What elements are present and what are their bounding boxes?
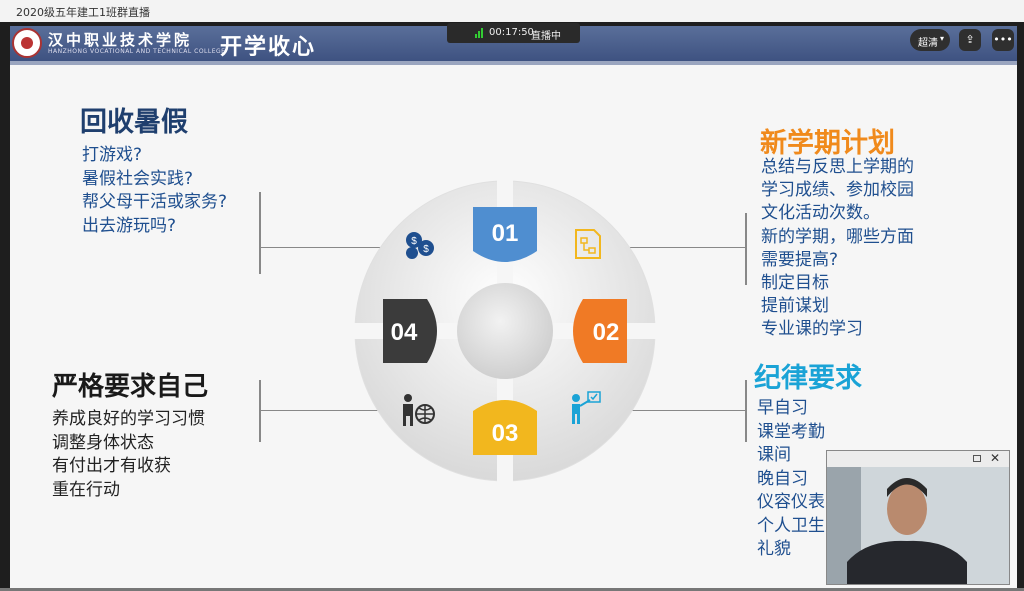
webcam-pip[interactable]: ✕ [826,450,1010,585]
money-icon: $ $ [406,232,434,259]
number-04: 04 [391,319,418,346]
live-duration: 00:17:50 [489,27,534,38]
presenter-silhouette [827,467,1009,584]
self-list: 养成良好的学习习惯 调整身体状态 有付出才有收获 重在行动 [52,408,205,502]
plan-list: 总结与反思上学期的 学习成绩、参加校园 文化活动次数。 新的学期，哪些方面 需要… [761,156,914,342]
live-status-pill: 00:17:50 直播中 [447,23,580,43]
share-icon: ⇪ [965,33,975,46]
close-icon[interactable]: ✕ [990,451,1000,465]
presenter-icon [572,391,601,424]
discipline-list: 早自习 课堂考勤 课间 晚自习 仪容仪表 个人卫生 礼貌 [757,397,825,562]
circle-diagram: 01 02 03 04 [353,179,657,483]
list-item: 早自习 [757,398,808,418]
number-03: 03 [492,420,519,447]
svg-text:$: $ [411,236,417,247]
connector-line [745,213,747,285]
list-item: 礼貌 [757,539,791,559]
chevron-down-icon: ▾ [939,34,944,43]
section-title-self: 严格要求自己 [52,372,209,402]
school-logo-icon [12,28,42,58]
more-icon: ••• [993,33,1013,46]
section-title-summer: 回收暑假 [80,107,188,138]
diagram-center [457,283,553,379]
section-title-plan: 新学期计划 [760,128,895,159]
list-item: 新的学期，哪些方面 [761,226,914,247]
list-item: 仪容仪表 [757,492,825,512]
number-01: 01 [492,220,519,247]
list-item: 晚自习 [757,468,808,489]
list-item: 需要提高? [761,249,839,270]
list-item: 课间 [757,445,791,465]
school-name-en: HANZHONG VOCATIONAL AND TECHNICAL COLLEG… [48,48,226,55]
flowchart-icon [575,229,601,259]
list-item: 专业课的学习 [761,319,863,340]
section-title-discipline: 纪律要求 [754,363,862,394]
quality-select[interactable]: 超清 ▾ [910,29,950,51]
school-name: 汉中职业技术学院 [48,31,193,49]
share-button[interactable]: ⇪ [959,29,981,51]
svg-text:$: $ [423,244,429,255]
course-title: 开学收心 [220,35,317,60]
pip-titlebar: ✕ [827,451,1009,467]
list-item: 打游戏? [82,145,143,165]
window-titlebar: 2020级五年建工1班群直播 [0,0,1024,23]
list-item: 养成良好的学习习惯 [52,409,205,429]
connector-line [259,380,261,442]
list-item: 个人卫生 [757,515,825,536]
list-item: 提前谋划 [761,296,829,317]
list-item: 出去游玩吗? [82,215,177,236]
list-item: 重在行动 [52,479,120,500]
connector-line [259,192,261,274]
businessman-globe-icon [403,394,435,426]
summer-list: 打游戏? 暑假社会实践? 帮父母干活或家务? 出去游玩吗? [82,144,227,238]
list-item: 制定目标 [761,273,829,294]
list-item: 帮父母干活或家务? [82,192,228,212]
more-button[interactable]: ••• [992,29,1014,51]
live-status: 直播中 [531,31,561,42]
number-02: 02 [593,319,620,346]
quality-label: 超清 [918,38,938,49]
banner-divider [10,61,1017,65]
maximize-icon[interactable] [973,455,981,462]
list-item: 调整身体状态 [52,432,154,453]
signal-icon [475,28,485,38]
list-item: 有付出才有收获 [52,456,171,476]
list-item: 总结与反思上学期的 [761,157,914,177]
presentation-slide: 汉中职业技术学院 HANZHONG VOCATIONAL AND TECHNIC… [10,26,1017,588]
list-item: 学习成绩、参加校园 [761,180,914,201]
connector-line [745,380,747,442]
list-item: 课堂考勤 [757,421,825,442]
list-item: 暑假社会实践? [82,168,194,189]
list-item: 文化活动次数。 [761,203,880,224]
webcam-video [827,467,1009,584]
window-title: 2020级五年建工1班群直播 [16,6,150,19]
